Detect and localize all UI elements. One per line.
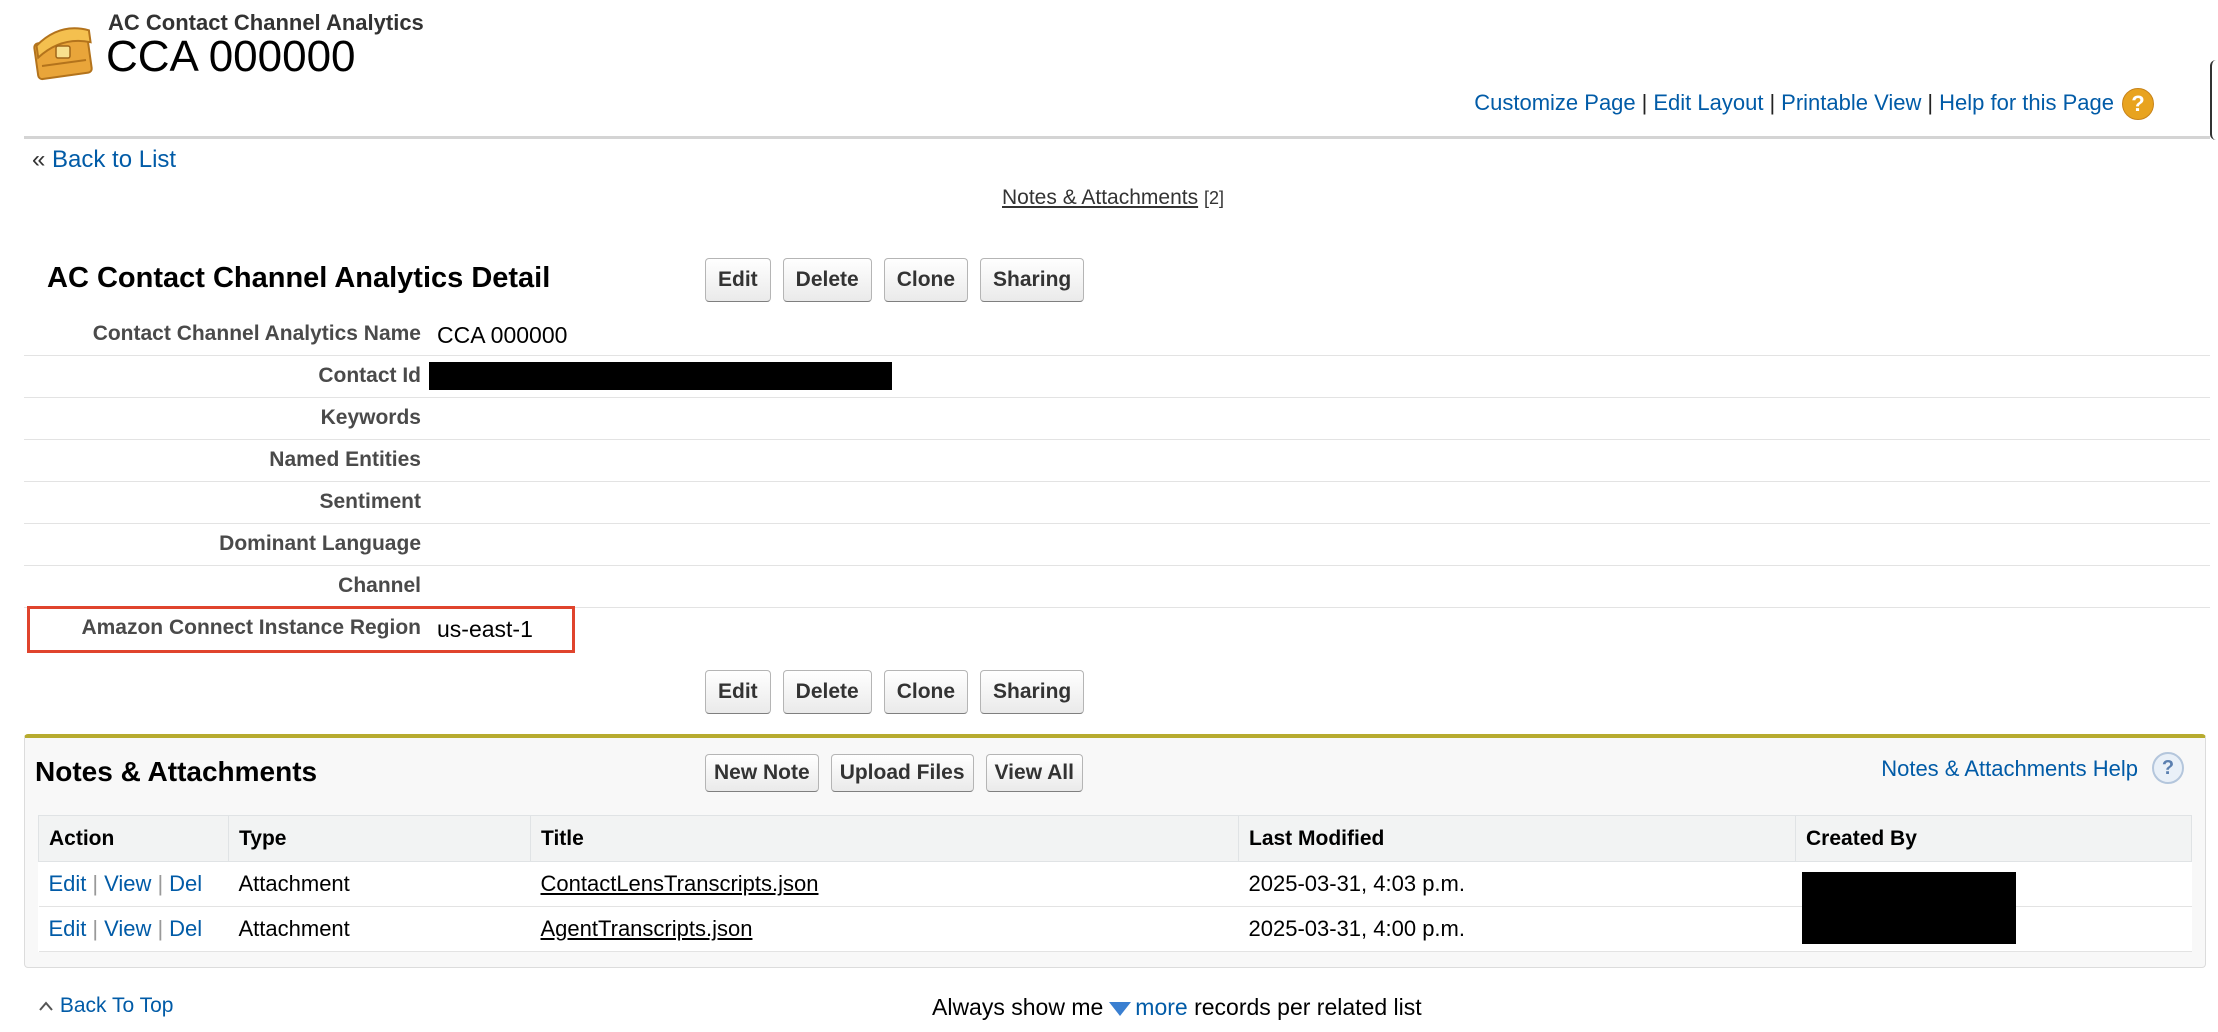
- field-label: Keywords: [320, 406, 421, 429]
- records-per-list-control: Always show me more records per related l…: [932, 994, 1422, 1021]
- back-to-top: Back To Top: [38, 994, 173, 1018]
- row-type: Attachment: [228, 861, 531, 907]
- column-header-last-modified[interactable]: Last Modified: [1238, 815, 1796, 862]
- delete-button[interactable]: Delete: [782, 258, 872, 302]
- printable-view-link[interactable]: Printable View: [1781, 90, 1921, 115]
- clone-button[interactable]: Clone: [883, 258, 969, 302]
- related-list-title: Notes & Attachments: [35, 756, 318, 787]
- row-type: Attachment: [228, 906, 531, 952]
- action-separator: |: [157, 871, 164, 896]
- row-del-link[interactable]: Del: [169, 871, 202, 896]
- edit-layout-link[interactable]: Edit Layout: [1653, 90, 1763, 115]
- attachment-title-link[interactable]: AgentTranscripts.json: [541, 916, 753, 941]
- row-edit-link[interactable]: Edit: [49, 871, 87, 896]
- delete-button[interactable]: Delete: [782, 670, 872, 714]
- sharing-button[interactable]: Sharing: [980, 670, 1085, 714]
- field-row-sentiment: Sentiment: [24, 482, 2210, 524]
- field-row-contact-id: Contact Id: [24, 356, 2210, 398]
- field-row-channel: Channel: [24, 566, 2210, 608]
- help-for-page-link[interactable]: Help for this Page: [1939, 90, 2114, 115]
- new-note-button[interactable]: New Note: [705, 754, 819, 792]
- back-arrow-icon: «: [32, 146, 46, 173]
- page-title: CCA 000000: [106, 32, 356, 81]
- chevron-up-icon: [39, 1001, 53, 1012]
- detail-button-bar-top: Edit Delete Clone Sharing: [705, 258, 1085, 302]
- notes-attachments-anchor-link[interactable]: Notes & Attachments: [1002, 186, 1198, 209]
- field-row-named-entities: Named Entities: [24, 440, 2210, 482]
- link-separator: |: [1769, 89, 1776, 115]
- edit-button[interactable]: Edit: [705, 258, 771, 302]
- back-to-list-link[interactable]: Back to List: [52, 146, 176, 173]
- breadcrumb: « Back to List: [32, 146, 176, 174]
- field-label: Channel: [338, 574, 421, 597]
- field-label: Contact Id: [318, 364, 421, 387]
- link-separator: |: [1927, 89, 1934, 115]
- action-separator: |: [92, 916, 99, 941]
- upload-files-button[interactable]: Upload Files: [830, 754, 974, 792]
- table-header-row: Action Type Title Last Modified Created …: [38, 815, 2192, 862]
- column-header-type[interactable]: Type: [228, 815, 531, 862]
- related-list-hover-links: Notes & Attachments [2]: [1002, 186, 1224, 210]
- help-icon[interactable]: ?: [2152, 752, 2184, 784]
- highlight-box: [27, 606, 575, 653]
- sidebar-toggle-handle[interactable]: [2210, 60, 2218, 140]
- field-row-dominant-language: Dominant Language: [24, 524, 2210, 566]
- more-link[interactable]: more: [1135, 994, 1187, 1020]
- view-all-button[interactable]: View All: [985, 754, 1083, 792]
- field-label: Sentiment: [319, 490, 421, 513]
- field-row-keywords: Keywords: [24, 398, 2210, 440]
- header-divider: [24, 136, 2210, 139]
- detail-button-bar-bottom: Edit Delete Clone Sharing: [705, 670, 1085, 714]
- field-label: Dominant Language: [219, 532, 421, 555]
- customize-page-link[interactable]: Customize Page: [1474, 90, 1635, 115]
- edit-button[interactable]: Edit: [705, 670, 771, 714]
- treasure-chest-icon: [32, 16, 98, 82]
- row-actions: Edit | View | Del: [38, 861, 229, 907]
- field-value: CCA 000000: [437, 322, 568, 348]
- link-separator: |: [1641, 89, 1648, 115]
- caret-down-icon[interactable]: [1109, 1001, 1132, 1016]
- field-row-name: Contact Channel Analytics Name CCA 00000…: [24, 314, 2210, 356]
- attachment-title-link[interactable]: ContactLensTranscripts.json: [541, 871, 819, 896]
- row-del-link[interactable]: Del: [169, 916, 202, 941]
- related-list-buttons: New Note Upload Files View All: [705, 754, 1083, 792]
- page-links: Customize Page | Edit Layout | Printable Vie…: [1474, 88, 2154, 120]
- row-last-modified: 2025-03-31, 4:00 p.m.: [1238, 906, 1796, 952]
- per-list-label: records per related list: [1194, 994, 1422, 1020]
- field-label: Contact Channel Analytics Name: [92, 322, 421, 345]
- sharing-button[interactable]: Sharing: [980, 258, 1085, 302]
- column-header-title[interactable]: Title: [530, 815, 1239, 862]
- row-view-link[interactable]: View: [104, 916, 151, 941]
- column-header-action[interactable]: Action: [38, 815, 229, 862]
- notes-attachments-help-link[interactable]: Notes & Attachments Help: [1881, 756, 2138, 782]
- field-label: Named Entities: [269, 448, 421, 471]
- detail-section-title: AC Contact Channel Analytics Detail: [47, 262, 551, 294]
- column-header-created-by[interactable]: Created By: [1795, 815, 2192, 862]
- row-last-modified: 2025-03-31, 4:03 p.m.: [1238, 861, 1796, 907]
- redacted-block: [429, 362, 892, 390]
- redacted-block: [1802, 872, 2016, 944]
- back-to-top-link[interactable]: Back To Top: [60, 994, 174, 1017]
- notes-count-badge: [2]: [1203, 188, 1224, 208]
- always-show-label: Always show me: [932, 994, 1104, 1020]
- row-edit-link[interactable]: Edit: [49, 916, 87, 941]
- clone-button[interactable]: Clone: [883, 670, 969, 714]
- row-actions: Edit | View | Del: [38, 906, 229, 952]
- action-separator: |: [157, 916, 164, 941]
- help-icon[interactable]: ?: [2122, 88, 2154, 120]
- row-view-link[interactable]: View: [104, 871, 151, 896]
- action-separator: |: [92, 871, 99, 896]
